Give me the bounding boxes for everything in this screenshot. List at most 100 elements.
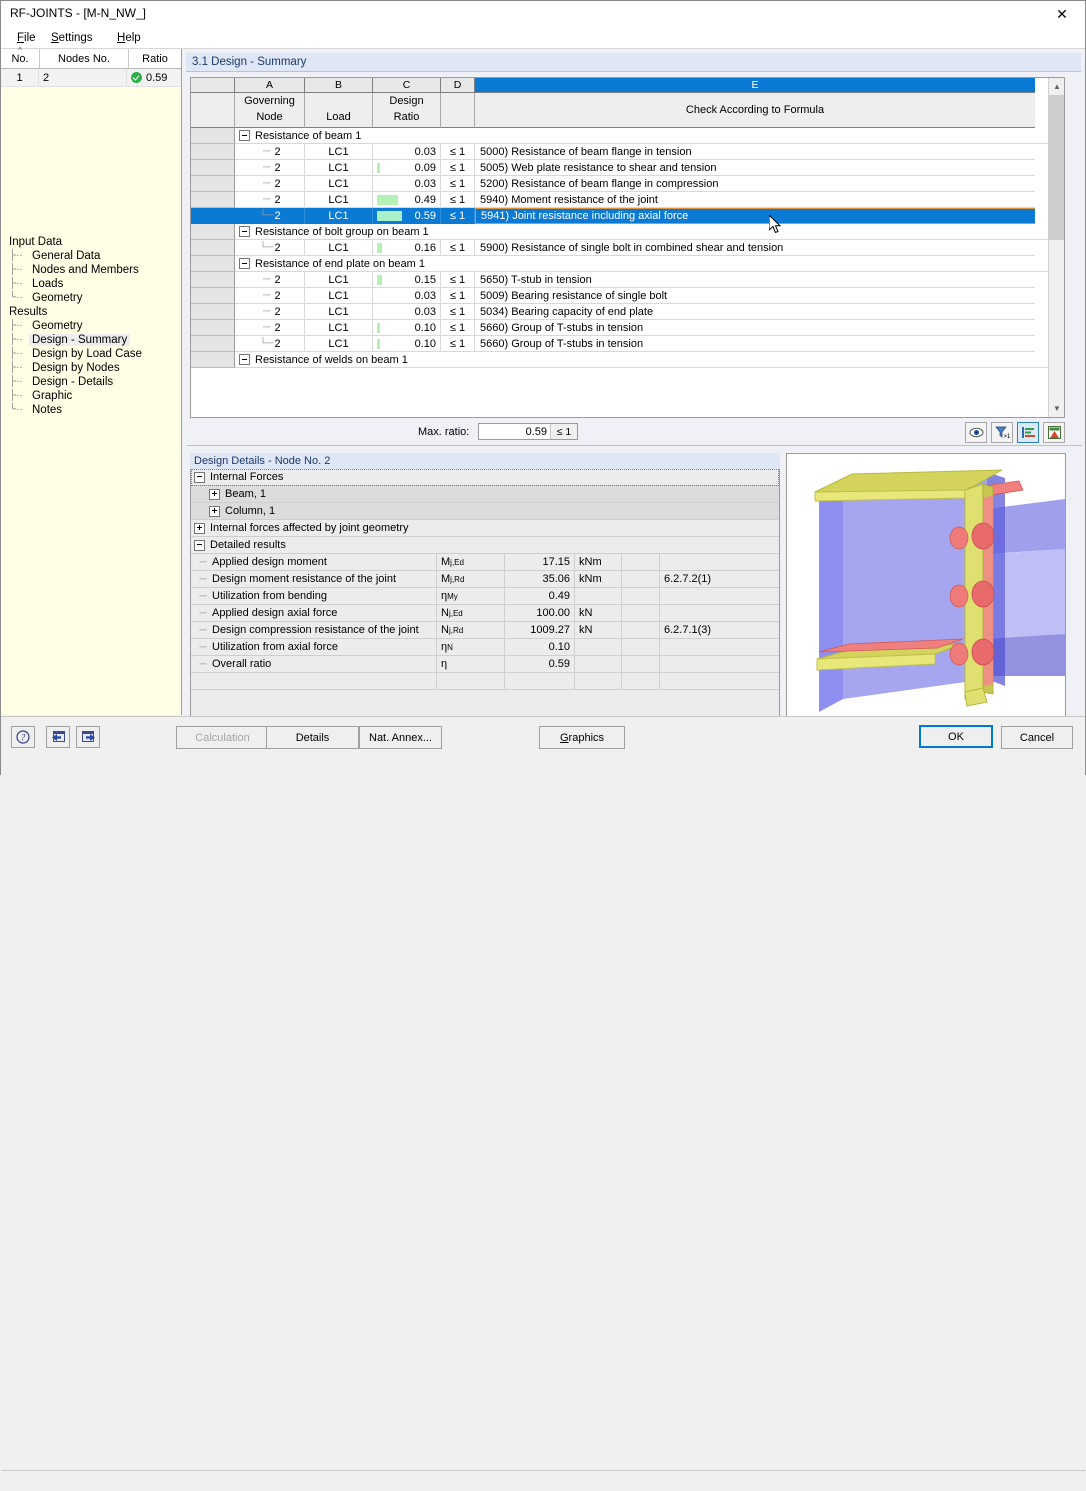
- sidebar-item-general-data[interactable]: ├·· General Data: [1, 249, 181, 263]
- design-details-row[interactable]: ─ Design compression resistance of the jo…: [191, 622, 779, 639]
- row-selector-cell[interactable]: [191, 288, 235, 304]
- previous-icon[interactable]: [46, 726, 70, 748]
- grid-group-row[interactable]: Resistance of beam 1: [191, 128, 1050, 144]
- sidebar-item-geometry-results[interactable]: ├·· Geometry: [1, 319, 181, 333]
- column-letter-c[interactable]: C: [373, 78, 441, 93]
- details-button[interactable]: Details: [266, 726, 359, 749]
- max-ratio-field[interactable]: 0.59 ≤ 1: [478, 423, 578, 440]
- scroll-down-icon[interactable]: ▼: [1049, 400, 1064, 417]
- nat-annex-button[interactable]: Nat. Annex...: [359, 726, 442, 749]
- table-row[interactable]: ─ 2 LC1 0.10 ≤ 1 5660) Group of T-stubs in te…: [191, 320, 1050, 336]
- expand-icon[interactable]: [209, 488, 220, 500]
- joint-3d-view[interactable]: [786, 453, 1066, 721]
- row-selector-cell[interactable]: [191, 192, 235, 208]
- sidebar-item-loads[interactable]: ├·· Loads: [1, 277, 181, 291]
- cell-governing-load: LC1: [305, 320, 373, 336]
- column-letter-d[interactable]: D: [441, 78, 475, 93]
- collapse-icon[interactable]: [194, 539, 205, 551]
- cell-check-formula: 5009) Bearing resistance of single bolt: [475, 288, 1035, 304]
- sidebar-item-design-summary[interactable]: ├·· Design - Summary: [1, 333, 181, 347]
- collapse-icon[interactable]: [239, 258, 250, 269]
- row-selector-cell[interactable]: [191, 304, 235, 320]
- row-selector-cell[interactable]: [191, 144, 235, 160]
- row-selector-cell[interactable]: [191, 208, 235, 224]
- table-row[interactable]: ─ 2 LC1 0.03 ≤ 1 5000) Resistance of beam fla…: [191, 144, 1050, 160]
- table-row[interactable]: └─ 2 LC1 0.10 ≤ 1 5660) Group of T-stubs in t…: [191, 336, 1050, 352]
- collapse-icon[interactable]: [194, 471, 205, 483]
- table-row[interactable]: ─ 2 LC1 0.09 ≤ 1 5005) Web plate resistance t…: [191, 160, 1050, 176]
- table-row[interactable]: ─ 2 LC1 0.03 ≤ 1 5009) Bearing resistance of …: [191, 288, 1050, 304]
- column-letter-e[interactable]: E: [475, 78, 1035, 93]
- grid-group-row[interactable]: Resistance of welds on beam 1: [191, 352, 1050, 368]
- column-letter-b[interactable]: B: [305, 78, 373, 93]
- column-header-ratio[interactable]: Ratio: [129, 49, 181, 68]
- column-header-no[interactable]: ^ No.: [1, 46, 40, 68]
- table-row[interactable]: 1 2 0.59: [1, 69, 181, 87]
- cancel-button[interactable]: Cancel: [1001, 726, 1073, 749]
- row-selector-cell[interactable]: [191, 240, 235, 256]
- help-icon[interactable]: ?: [11, 726, 35, 748]
- table-row[interactable]: └─ 2 LC1 0.16 ≤ 1 5900) Resistance of single …: [191, 240, 1050, 256]
- row-selector-cell[interactable]: [191, 320, 235, 336]
- row-selector-cell[interactable]: [191, 160, 235, 176]
- column-letter-a[interactable]: A: [235, 78, 305, 93]
- row-selector-cell[interactable]: [191, 128, 235, 144]
- design-details-row[interactable]: ─ Applied design axial force Nj,Ed 100.00 kN: [191, 605, 779, 622]
- table-row[interactable]: └─ 2 LC1 0.59 ≤ 1 5941) Joint resistance incl…: [191, 208, 1050, 224]
- export-excel-icon[interactable]: [1043, 422, 1065, 443]
- table-row[interactable]: ─ 2 LC1 0.03 ≤ 1 5200) Resistance of beam fla…: [191, 176, 1050, 192]
- tree-group-input-data[interactable]: Input Data: [1, 235, 181, 249]
- table-row[interactable]: ─ 2 LC1 0.03 ≤ 1 5034) Bearing capacity of en…: [191, 304, 1050, 320]
- calculation-button[interactable]: Calculation: [176, 726, 269, 749]
- design-details-group-row[interactable]: Beam, 1: [191, 486, 779, 503]
- sidebar-item-geometry-input[interactable]: └·· Geometry: [1, 291, 181, 305]
- sidebar-item-design-details[interactable]: ├·· Design - Details: [1, 375, 181, 389]
- row-selector-cell[interactable]: [191, 352, 235, 368]
- collapse-icon[interactable]: [239, 130, 250, 141]
- table-row[interactable]: ─ 2 LC1 0.49 ≤ 1 5940) Moment resistance of t…: [191, 192, 1050, 208]
- expand-icon[interactable]: [209, 505, 220, 517]
- grid-vertical-scrollbar[interactable]: ▲ ▼: [1048, 78, 1064, 417]
- collapse-icon[interactable]: [239, 354, 250, 365]
- sidebar-item-notes[interactable]: └·· Notes: [1, 403, 181, 417]
- grid-group-row[interactable]: Resistance of end plate on beam 1: [191, 256, 1050, 272]
- expand-icon[interactable]: [194, 522, 205, 534]
- design-details-row[interactable]: ─ Design moment resistance of the joint Mj…: [191, 571, 779, 588]
- design-details-group-row[interactable]: Internal Forces: [191, 469, 779, 486]
- graphics-button[interactable]: Graphics: [539, 726, 625, 749]
- design-details-row[interactable]: ─ Overall ratio η 0.59: [191, 656, 779, 673]
- row-selector-cell[interactable]: [191, 176, 235, 192]
- collapse-icon[interactable]: [239, 226, 250, 237]
- row-selector-cell[interactable]: [191, 336, 235, 352]
- scrollbar-thumb[interactable]: [1049, 95, 1064, 240]
- design-details-group-row[interactable]: Detailed results: [191, 537, 779, 554]
- design-details-group-row[interactable]: Column, 1: [191, 503, 779, 520]
- ok-button[interactable]: OK: [919, 725, 993, 748]
- sidebar-item-nodes-and-members[interactable]: ├·· Nodes and Members: [1, 263, 181, 277]
- design-details-row[interactable]: ─ Utilization from bending η My 0.49: [191, 588, 779, 605]
- detail-label: ─ Applied design axial force: [191, 605, 437, 621]
- menu-help[interactable]: Help: [111, 31, 147, 45]
- row-selector-cell[interactable]: [191, 272, 235, 288]
- design-details-row[interactable]: ─ Applied design moment Mj,Ed 17.15 kNm: [191, 554, 779, 571]
- next-icon[interactable]: [76, 726, 100, 748]
- filter-ratio-icon[interactable]: >1: [991, 422, 1013, 443]
- design-details-row[interactable]: ─ Utilization from axial force η N 0.10: [191, 639, 779, 656]
- row-selector-cell[interactable]: [191, 256, 235, 272]
- tree-group-results[interactable]: Results: [1, 305, 181, 319]
- grid-group-row[interactable]: Resistance of bolt group on beam 1: [191, 224, 1050, 240]
- sidebar-item-design-by-load-case[interactable]: ├·· Design by Load Case: [1, 347, 181, 361]
- menu-settings[interactable]: Settings: [45, 31, 99, 45]
- table-row[interactable]: ─ 2 LC1 0.15 ≤ 1 5650) T-stub in tension: [191, 272, 1050, 288]
- row-selector-cell[interactable]: [191, 224, 235, 240]
- result-bars-icon[interactable]: [1017, 422, 1039, 443]
- grid-corner-cell[interactable]: [191, 78, 235, 93]
- sidebar-item-design-by-nodes[interactable]: ├·· Design by Nodes: [1, 361, 181, 375]
- sidebar-item-graphic[interactable]: ├·· Graphic: [1, 389, 181, 403]
- scroll-up-icon[interactable]: ▲: [1049, 78, 1064, 95]
- design-details-group-row[interactable]: Internal forces affected by joint geomet…: [191, 520, 779, 537]
- close-icon[interactable]: ✕: [1039, 1, 1085, 28]
- column-header-nodes-no[interactable]: Nodes No.: [40, 49, 129, 68]
- view-result-icon[interactable]: [965, 422, 987, 443]
- menu-file[interactable]: FFileile: [11, 31, 42, 45]
